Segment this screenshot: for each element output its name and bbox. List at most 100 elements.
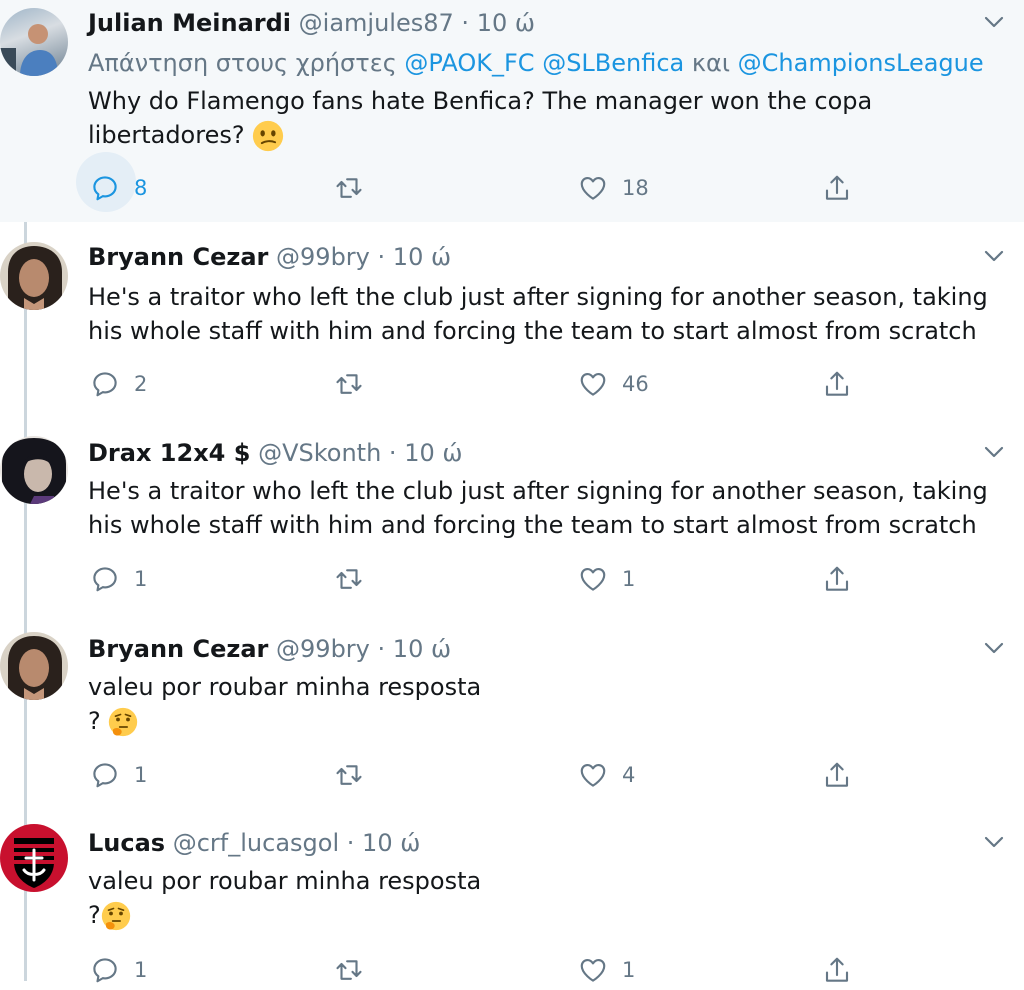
avatar[interactable] xyxy=(0,824,68,892)
reply-button[interactable]: 1 xyxy=(90,559,147,599)
tweet-item[interactable]: Lucas @crf_lucasgol · 10 ώ valeu por rou… xyxy=(0,810,1024,981)
tweet-item[interactable]: Drax 12x4 $ @VSkonth · 10 ώ He's a trait… xyxy=(0,418,1024,614)
chevron-down-icon[interactable] xyxy=(980,832,1008,852)
chevron-down-icon[interactable] xyxy=(980,638,1008,658)
author-handle[interactable]: @99bry xyxy=(276,243,370,271)
avatar[interactable] xyxy=(0,242,68,310)
tweet-text: valeu por roubar minha resposta ? xyxy=(88,864,988,932)
like-icon xyxy=(578,564,608,594)
tweet-text-line: valeu por roubar minha resposta xyxy=(88,867,482,895)
thinking-face-icon xyxy=(101,901,131,931)
share-button[interactable] xyxy=(822,364,852,404)
like-button[interactable]: 1 xyxy=(578,559,635,599)
like-count: 46 xyxy=(622,372,649,396)
separator-dot: · xyxy=(388,439,397,467)
like-button[interactable]: 1 xyxy=(578,950,635,990)
tweet-item[interactable]: Julian Meinardi @iamjules87 · 10 ώ Απάντ… xyxy=(0,0,1024,222)
tweet-text: Why do Flamengo fans hate Benfica? The m… xyxy=(88,84,988,152)
tweet-item[interactable]: Bryann Cezar @99bry · 10 ώ He's a traito… xyxy=(0,222,1024,418)
share-button[interactable] xyxy=(822,168,852,208)
like-count: 1 xyxy=(622,567,636,591)
author-handle[interactable]: @99bry xyxy=(276,635,370,663)
like-button[interactable]: 18 xyxy=(578,168,649,208)
author-name[interactable]: Bryann Cezar xyxy=(88,243,268,271)
reply-button[interactable]: 1 xyxy=(90,755,147,795)
timestamp[interactable]: 10 ώ xyxy=(477,9,535,37)
reply-count: 2 xyxy=(134,372,148,396)
author-name[interactable]: Julian Meinardi xyxy=(88,9,291,37)
author-name[interactable]: Bryann Cezar xyxy=(88,635,268,663)
share-button[interactable] xyxy=(822,559,852,599)
tweet-text-line: He's a traitor who left the club just af… xyxy=(88,283,988,311)
retweet-icon xyxy=(334,173,364,203)
tweet-actions: 8 18 xyxy=(0,152,1024,212)
author-handle[interactable]: @VSkonth xyxy=(258,439,381,467)
reply-icon xyxy=(90,760,120,790)
tweet-text-line: ? xyxy=(88,707,101,735)
avatar[interactable] xyxy=(0,8,68,76)
reply-to-line: Απάντηση στους χρήστες @PAOK_FC @SLBenfi… xyxy=(88,48,984,78)
reply-count: 8 xyxy=(134,176,148,200)
tweet-text-line: his whole staff with him and forcing the… xyxy=(88,511,977,539)
chevron-down-icon[interactable] xyxy=(980,246,1008,266)
mention-link[interactable]: @ChampionsLeague xyxy=(738,49,984,77)
reply-to-prefix: Απάντηση στους χρήστες xyxy=(88,49,397,77)
tweet-actions: 1 4 xyxy=(0,755,1024,795)
and-word: και xyxy=(691,49,730,77)
reply-button[interactable]: 8 xyxy=(90,168,147,208)
tweet-item[interactable]: Bryann Cezar @99bry · 10 ώ valeu por rou… xyxy=(0,614,1024,810)
retweet-icon xyxy=(334,760,364,790)
thinking-face-icon xyxy=(108,707,138,737)
confused-face-icon xyxy=(252,120,284,152)
reply-icon xyxy=(90,564,120,594)
tweet-actions: 1 1 xyxy=(0,950,1024,990)
share-icon xyxy=(822,173,852,203)
like-count: 1 xyxy=(622,958,636,982)
retweet-button[interactable] xyxy=(334,168,364,208)
tweet-actions: 1 1 xyxy=(0,559,1024,599)
like-count: 18 xyxy=(622,176,649,200)
separator-dot: · xyxy=(346,829,355,857)
author-handle[interactable]: @iamjules87 xyxy=(299,9,454,37)
like-icon xyxy=(578,173,608,203)
timestamp[interactable]: 10 ώ xyxy=(393,243,451,271)
author-handle[interactable]: @crf_lucasgol xyxy=(173,829,339,857)
mention-link[interactable]: @SLBenfica xyxy=(542,49,684,77)
tweet-text-line: ? xyxy=(88,901,101,929)
chevron-down-icon[interactable] xyxy=(980,442,1008,462)
tweet-text: valeu por roubar minha resposta ? xyxy=(88,670,988,738)
tweet-text: He's a traitor who left the club just af… xyxy=(88,474,988,542)
tweet-text-line: his whole staff with him and forcing the… xyxy=(88,317,977,345)
chevron-down-icon[interactable] xyxy=(980,12,1008,32)
author-name[interactable]: Lucas xyxy=(88,829,165,857)
like-icon xyxy=(578,369,608,399)
retweet-button[interactable] xyxy=(334,755,364,795)
reply-button[interactable]: 2 xyxy=(90,364,147,404)
like-icon xyxy=(578,760,608,790)
reply-icon xyxy=(90,173,120,203)
author-name[interactable]: Drax 12x4 $ xyxy=(88,439,250,467)
share-icon xyxy=(822,564,852,594)
reply-button[interactable]: 1 xyxy=(90,950,147,990)
share-button[interactable] xyxy=(822,755,852,795)
timestamp[interactable]: 10 ώ xyxy=(404,439,462,467)
reply-count: 1 xyxy=(134,958,148,982)
retweet-button[interactable] xyxy=(334,364,364,404)
mention-link[interactable]: @PAOK_FC xyxy=(404,49,534,77)
like-button[interactable]: 46 xyxy=(578,364,649,404)
timestamp[interactable]: 10 ώ xyxy=(393,635,451,663)
avatar[interactable] xyxy=(0,436,68,504)
timestamp[interactable]: 10 ώ xyxy=(362,829,420,857)
separator-dot: · xyxy=(377,635,386,663)
tweet-actions: 2 46 xyxy=(0,364,1024,404)
tweet-text: He's a traitor who left the club just af… xyxy=(88,280,988,348)
retweet-button[interactable] xyxy=(334,559,364,599)
like-count: 4 xyxy=(622,763,636,787)
avatar[interactable] xyxy=(0,632,68,700)
tweet-text-line: valeu por roubar minha resposta xyxy=(88,673,482,701)
share-button[interactable] xyxy=(822,950,852,990)
retweet-button[interactable] xyxy=(334,950,364,990)
retweet-icon xyxy=(334,564,364,594)
like-button[interactable]: 4 xyxy=(578,755,635,795)
reply-count: 1 xyxy=(134,763,148,787)
